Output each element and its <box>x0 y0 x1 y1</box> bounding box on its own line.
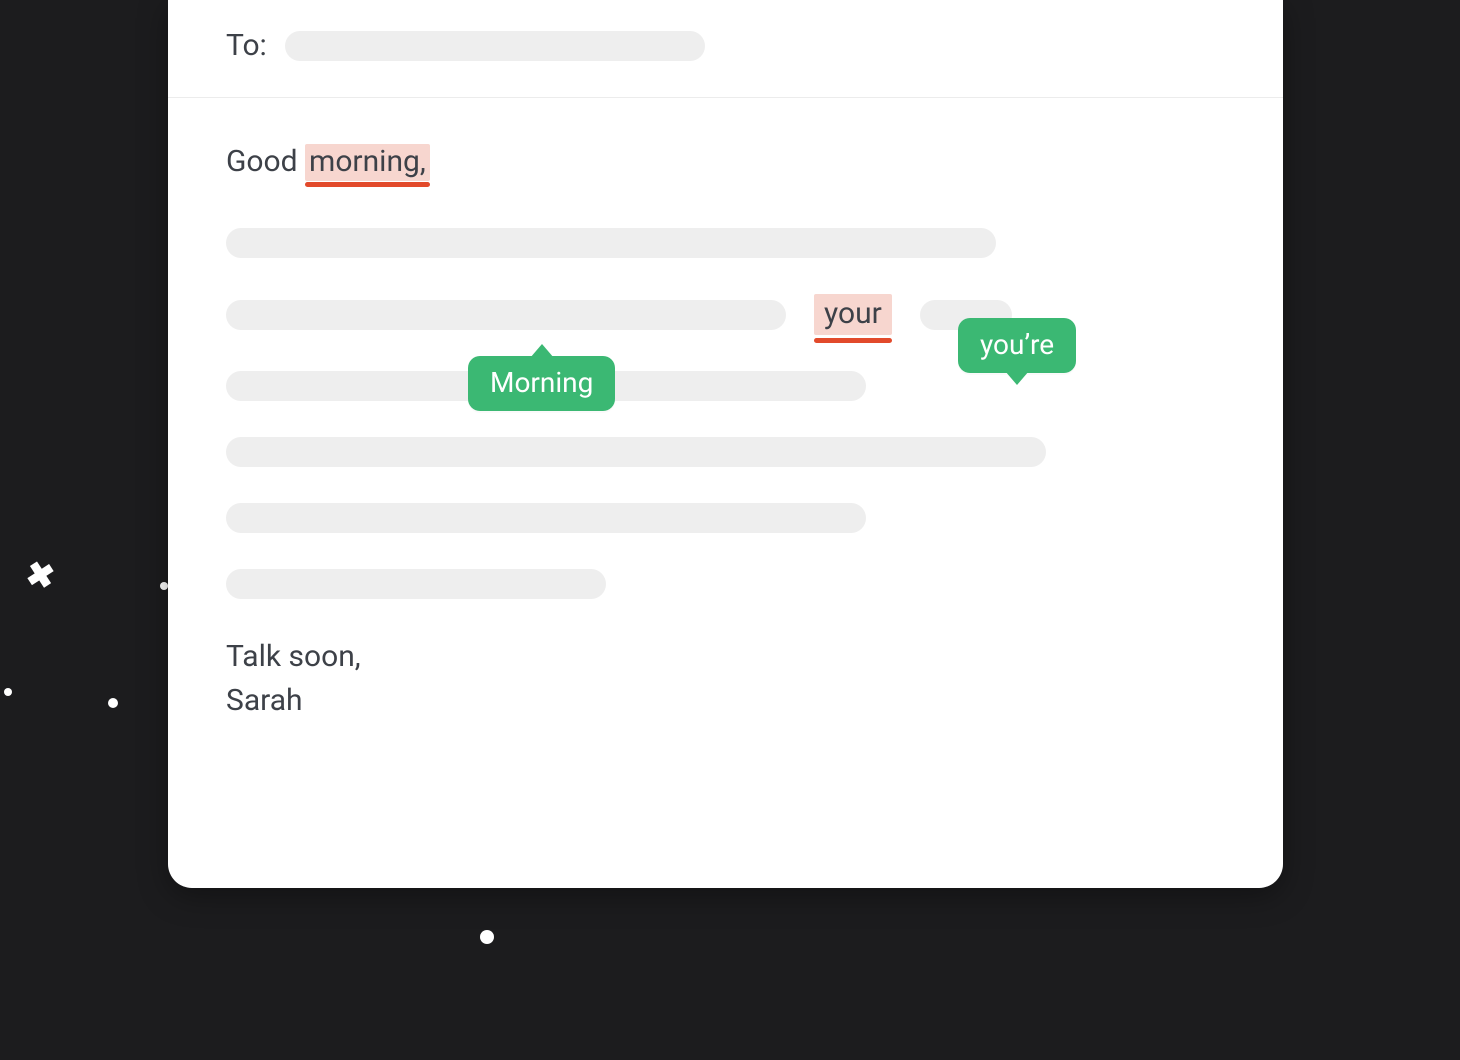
tooltip-arrow-up-icon <box>530 344 554 358</box>
placeholder-line <box>226 503 866 533</box>
signoff-line: Talk soon, <box>226 635 1225 679</box>
placeholder-line <box>226 228 996 258</box>
error-text: your <box>824 296 882 331</box>
placeholder-segment <box>226 300 786 330</box>
suggestion-tooltip-youre[interactable]: you’re <box>958 318 1076 373</box>
suggestion-tooltip-morning[interactable]: Morning <box>468 356 615 411</box>
greeting-prefix: Good <box>226 144 305 179</box>
email-compose-card: To: Good morning, Morning you’re your <box>168 0 1283 888</box>
sparkle-icon: ✖ <box>22 553 58 598</box>
sparkle-dot <box>480 930 494 944</box>
error-underline <box>305 182 430 187</box>
error-underline <box>814 338 892 343</box>
to-input[interactable] <box>285 31 705 61</box>
to-row: To: <box>168 0 1283 98</box>
to-label: To: <box>226 28 267 63</box>
placeholder-line <box>226 437 1046 467</box>
sparkle-dot <box>108 698 118 708</box>
signoff-name: Sarah <box>226 679 1225 723</box>
tooltip-arrow-down-icon <box>1005 371 1029 385</box>
email-body[interactable]: Good morning, Morning you’re your <box>168 98 1283 762</box>
greeting-line: Good morning, <box>226 144 430 180</box>
placeholder-line <box>226 569 606 599</box>
grammar-error-your[interactable]: your <box>814 294 892 335</box>
sparkle-dot <box>160 582 168 590</box>
suggestion-text: Morning <box>490 366 593 399</box>
sign-off: Talk soon, Sarah <box>226 635 1225 722</box>
suggestion-text: you’re <box>980 328 1054 361</box>
sparkle-dot <box>4 688 12 696</box>
body-placeholder-lines: your <box>226 228 1225 599</box>
grammar-error-morning[interactable]: morning, <box>305 144 430 181</box>
error-text: morning, <box>309 144 426 179</box>
